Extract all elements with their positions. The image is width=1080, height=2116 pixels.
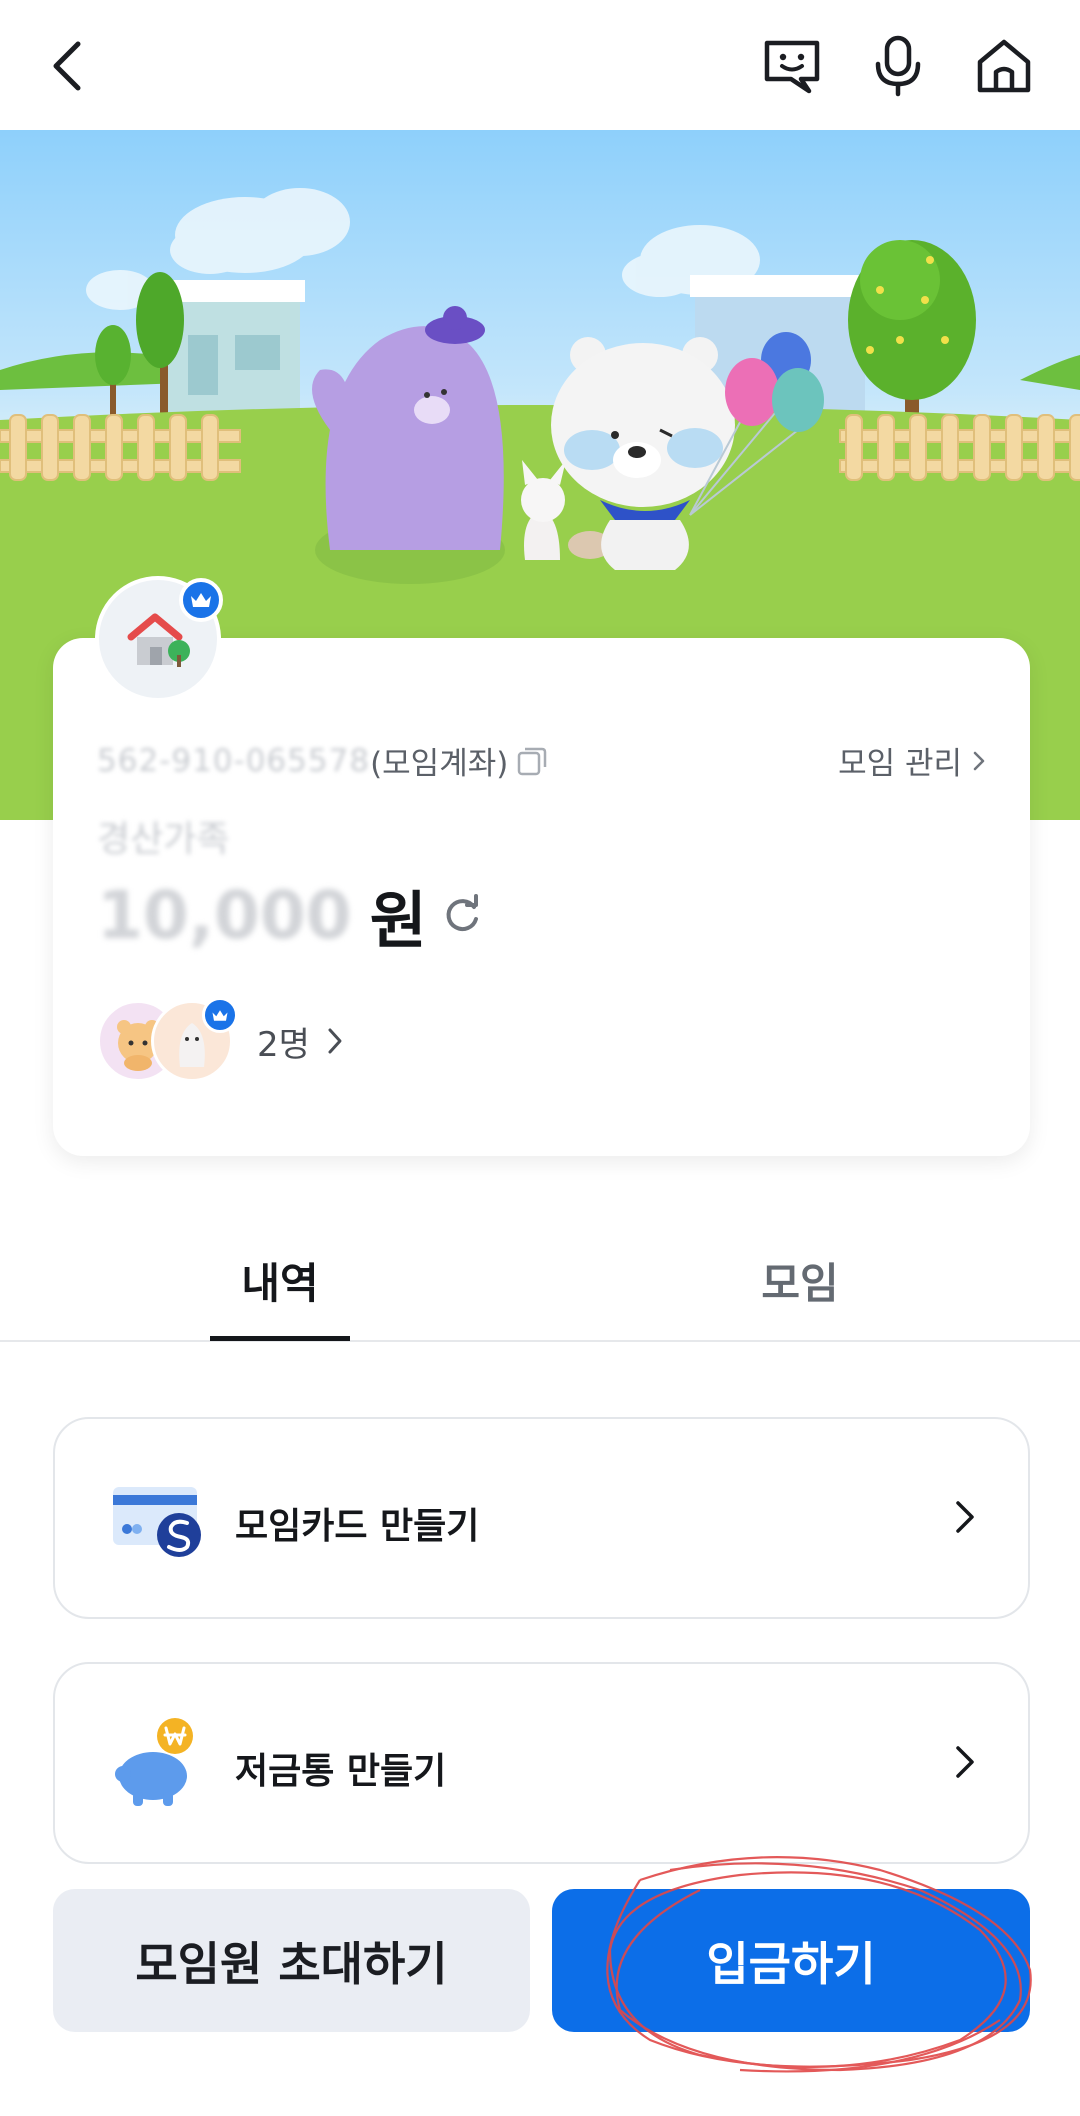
voice-button[interactable] [860, 28, 936, 104]
home-button[interactable] [966, 28, 1042, 104]
house-icon [127, 613, 190, 667]
manage-label: 모임 관리 [838, 746, 962, 782]
owner-badge [179, 578, 223, 622]
chevron-right-icon [328, 1028, 342, 1054]
tab-history[interactable]: 내역 [210, 1250, 350, 1311]
deposit-button[interactable]: 입금하기 [552, 1889, 1030, 2032]
account-type: (모임계좌) [370, 746, 509, 782]
manage-group-link[interactable]: 모임 관리 [838, 738, 986, 783]
account-card: 562-910-065578 (모임계좌) 모임 관리 경산가족 10,000 … [53, 576, 1030, 1156]
member-count: 2명 [257, 1024, 310, 1065]
list-item-label: 저금통 만들기 [235, 1751, 447, 1792]
microphone-icon [875, 35, 921, 97]
chevron-right-icon [956, 1501, 974, 1533]
active-tab-indicator [210, 1336, 350, 1341]
chevron-right-icon [956, 1746, 974, 1778]
account-number: 562-910-065578 [97, 742, 371, 779]
member-avatar [151, 997, 238, 1082]
chat-bubble-icon [764, 40, 820, 94]
crown-icon [212, 1009, 228, 1021]
tab-group[interactable]: 모임 [730, 1250, 870, 1311]
card-icon [113, 1487, 201, 1557]
currency-unit: 원 [369, 884, 427, 957]
make-group-card-item[interactable]: 모임카드 만들기 [53, 1417, 1030, 1619]
make-piggy-bank-item[interactable]: 저금통 만들기 [53, 1662, 1030, 1864]
top-bar [0, 0, 1080, 130]
back-button[interactable] [30, 28, 106, 104]
members-link[interactable]: 2명 [97, 997, 344, 1082]
group-avatar[interactable] [95, 576, 223, 702]
account-info: 562-910-065578 (모임계좌) [97, 738, 548, 783]
owner-badge [202, 997, 238, 1033]
chevron-right-icon [973, 751, 985, 770]
list-item-label: 모임카드 만들기 [235, 1506, 480, 1547]
home-icon [977, 39, 1031, 93]
invite-members-button[interactable]: 모임원 초대하기 [53, 1889, 530, 2032]
account-name: 경산가족 [97, 819, 230, 860]
refresh-icon[interactable] [441, 893, 485, 937]
piggy-bank-icon [115, 1718, 193, 1806]
crown-icon [191, 593, 211, 607]
copy-icon[interactable] [516, 745, 548, 777]
tab-bar: 내역 모임 [0, 1230, 1080, 1342]
chevron-left-icon [53, 41, 81, 91]
balance-amount: 10,000 [97, 876, 352, 954]
chatbot-button[interactable] [754, 28, 830, 104]
balance: 10,000 원 [97, 870, 485, 960]
